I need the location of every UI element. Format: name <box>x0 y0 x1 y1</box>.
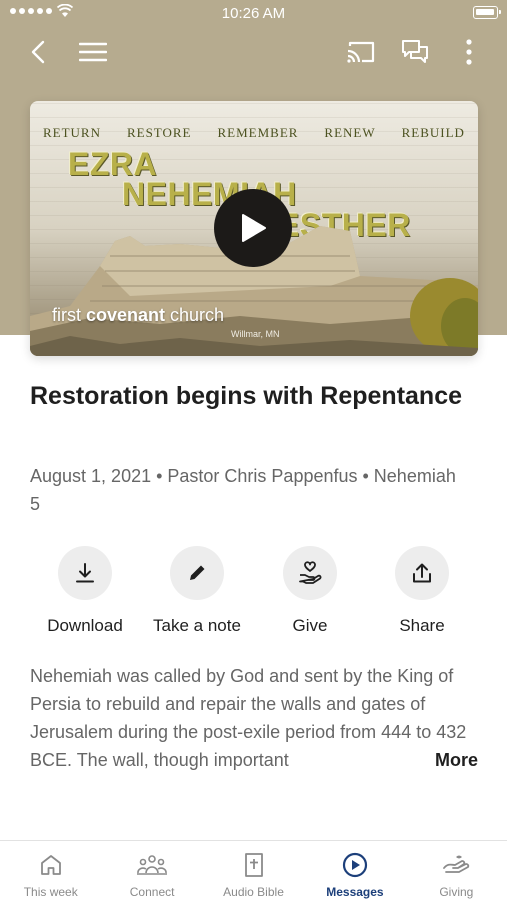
people-icon <box>137 855 168 875</box>
theme-word: RESTORE <box>126 125 192 140</box>
take-note-button[interactable]: Take a note <box>141 546 253 636</box>
download-icon <box>76 563 94 583</box>
cast-button[interactable] <box>343 34 379 70</box>
tab-bar: This week Connect Audio Bible Messages G… <box>0 840 507 900</box>
more-link[interactable]: More <box>428 746 478 774</box>
menu-button[interactable] <box>75 34 111 70</box>
battery-icon <box>473 6 501 19</box>
theme-word: REMEMBER <box>217 125 299 140</box>
chat-icon <box>402 40 428 63</box>
theme-word: REBUILD <box>401 125 465 140</box>
message-actions: Download Take a note Give Share <box>0 546 507 646</box>
note-icon-circle <box>170 546 224 600</box>
download-label: Download <box>47 616 123 635</box>
tab-label: Giving <box>439 885 474 899</box>
more-vertical-icon <box>466 39 472 65</box>
tab-label: This week <box>23 885 78 899</box>
tab-this-week[interactable]: This week <box>0 841 101 900</box>
back-button[interactable] <box>20 34 56 70</box>
heart-hand-icon <box>299 561 322 584</box>
series-themes: RETURN RESTORE REMEMBER RENEW REBUILD <box>30 125 478 141</box>
giving-hand-icon <box>443 855 470 873</box>
chat-button[interactable] <box>397 34 433 70</box>
more-options-button[interactable] <box>451 34 487 70</box>
hamburger-icon <box>79 42 107 62</box>
theme-word: RENEW <box>324 125 376 140</box>
tab-label: Messages <box>326 885 384 899</box>
tab-audio-bible[interactable]: Audio Bible <box>203 841 304 900</box>
play-button[interactable] <box>214 189 292 267</box>
church-city: Willmar, MN <box>231 329 280 339</box>
share-icon-circle <box>395 546 449 600</box>
bible-icon <box>244 853 263 877</box>
sermon-artwork: RETURN RESTORE REMEMBER RENEW REBUILD EZ… <box>30 101 478 356</box>
share-icon <box>413 563 431 583</box>
message-description: Nehemiah was called by God and sent by t… <box>30 662 482 774</box>
give-label: Give <box>292 616 328 635</box>
give-icon-circle <box>283 546 337 600</box>
theme-word: RETURN <box>42 125 101 140</box>
play-icon <box>242 214 266 242</box>
take-note-label: Take a note <box>153 616 241 635</box>
status-time: 10:26 AM <box>221 5 286 22</box>
download-button[interactable]: Download <box>29 546 141 636</box>
download-icon-circle <box>58 546 112 600</box>
share-label: Share <box>399 616 445 635</box>
give-button[interactable]: Give <box>254 546 366 636</box>
pencil-icon <box>189 565 205 581</box>
chevron-left-icon <box>31 40 45 64</box>
home-icon <box>40 855 61 875</box>
tab-connect[interactable]: Connect <box>101 841 202 900</box>
cast-icon <box>347 41 375 63</box>
status-bar: 10:26 AM <box>0 0 507 28</box>
share-button[interactable]: Share <box>366 546 478 636</box>
tab-label: Connect <box>129 885 175 899</box>
church-name: first covenant church <box>52 305 225 325</box>
play-circle-icon <box>342 852 368 878</box>
tab-giving[interactable]: Giving <box>406 841 507 900</box>
nav-bar <box>0 30 507 74</box>
tab-messages[interactable]: Messages <box>304 841 405 900</box>
tab-label: Audio Bible <box>223 885 284 899</box>
message-title: Restoration begins with Repentance <box>30 382 463 410</box>
message-meta: August 1, 2021 • Pastor Chris Pappenfus … <box>30 466 456 514</box>
